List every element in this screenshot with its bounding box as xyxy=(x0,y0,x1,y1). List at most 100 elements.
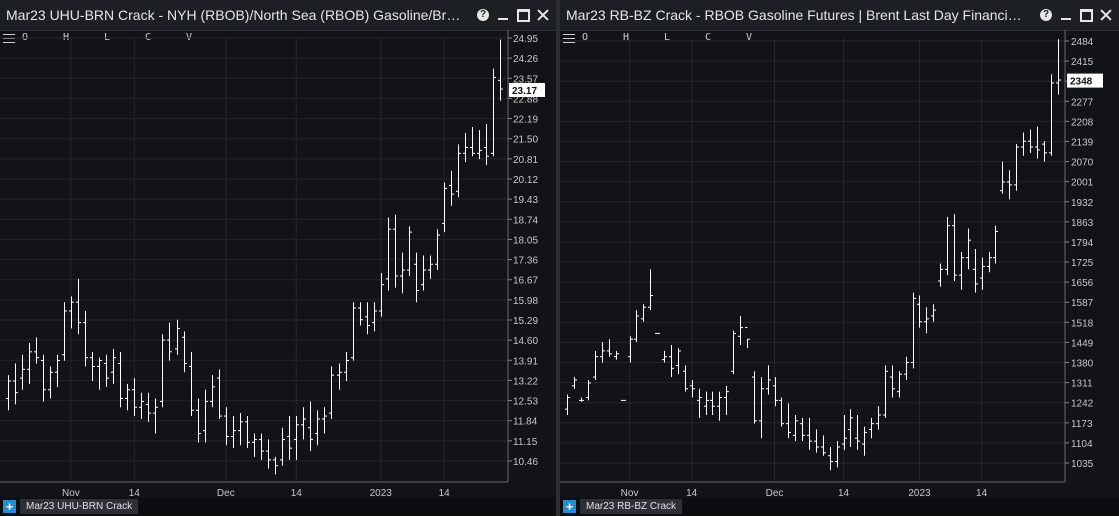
ohlc-bar[interactable] xyxy=(55,354,60,387)
ohlc-bar[interactable] xyxy=(593,350,598,380)
ohlc-bar[interactable] xyxy=(600,342,605,363)
ohlc-bar[interactable] xyxy=(146,392,151,422)
ohlc-bar[interactable] xyxy=(848,409,853,447)
ohlc-bar[interactable] xyxy=(821,435,826,456)
ohlc-bar[interactable] xyxy=(607,339,612,357)
ohlc-bar[interactable] xyxy=(641,304,646,322)
ohlc-bar[interactable] xyxy=(1007,170,1012,200)
ohlc-bar[interactable] xyxy=(973,248,978,293)
ohlc-bar[interactable] xyxy=(442,182,447,233)
ohlc-bar[interactable] xyxy=(97,357,102,390)
ohlc-bar[interactable] xyxy=(924,307,929,334)
ohlc-bar[interactable] xyxy=(175,319,180,355)
ohlc-bar[interactable] xyxy=(217,369,222,419)
ohlc-bar[interactable] xyxy=(224,407,229,446)
ohlc-bar[interactable] xyxy=(34,337,39,364)
ohlc-bar[interactable] xyxy=(252,433,257,457)
ohlc-bar[interactable] xyxy=(477,129,482,160)
ohlc-bar[interactable] xyxy=(48,366,53,399)
ohlc-bar[interactable] xyxy=(814,429,819,453)
ohlc-bar[interactable] xyxy=(393,214,398,288)
ohlc-bar[interactable] xyxy=(294,416,299,460)
ohlc-bar[interactable] xyxy=(449,170,454,206)
ohlc-bar[interactable] xyxy=(104,354,109,387)
ohlc-bar[interactable] xyxy=(498,39,503,101)
ohlc-bar[interactable] xyxy=(862,426,867,456)
ohlc-bar[interactable] xyxy=(828,446,833,471)
ohlc-bar[interactable] xyxy=(904,356,909,380)
ohlc-bar[interactable] xyxy=(13,363,18,405)
ohlc-bar[interactable] xyxy=(1035,126,1040,159)
ohlc-bar[interactable] xyxy=(111,348,116,384)
ohlc-bar[interactable] xyxy=(280,427,285,466)
ohlc-bar[interactable] xyxy=(959,251,964,290)
ohlc-bar[interactable] xyxy=(167,322,172,361)
ohlc-bar[interactable] xyxy=(259,433,264,460)
ohlc-bar[interactable] xyxy=(315,410,320,446)
ohlc-bar[interactable] xyxy=(372,302,377,332)
ohlc-bar[interactable] xyxy=(273,456,278,475)
ohlc-bar[interactable] xyxy=(358,302,363,326)
ohlc-bar[interactable] xyxy=(266,439,271,469)
ohlc-bar[interactable] xyxy=(1056,39,1061,95)
ohlc-bar[interactable] xyxy=(139,392,144,419)
price-chart[interactable]: 24.9524.2623.5722.8822.1921.5020.8120.12… xyxy=(0,0,556,498)
ohlc-bar[interactable] xyxy=(752,371,757,424)
ohlc-bar[interactable] xyxy=(1014,144,1019,191)
ohlc-bar[interactable] xyxy=(27,343,32,384)
ohlc-bar[interactable] xyxy=(153,398,158,434)
ohlc-bar[interactable] xyxy=(83,310,88,367)
ohlc-bar[interactable] xyxy=(890,365,895,398)
ohlc-bar[interactable] xyxy=(738,315,743,346)
ohlc-bar[interactable] xyxy=(628,336,633,363)
ohlc-bar[interactable] xyxy=(182,331,187,373)
ohlc-bar[interactable] xyxy=(697,388,702,418)
ohlc-bar[interactable] xyxy=(786,403,791,439)
ohlc-bar[interactable] xyxy=(704,391,709,415)
ohlc-bar[interactable] xyxy=(883,365,888,418)
ohlc-bar[interactable] xyxy=(400,252,405,294)
ohlc-bar[interactable] xyxy=(931,304,936,322)
ohlc-bar[interactable] xyxy=(724,385,729,415)
chart-tab[interactable]: Mar23 UHU-BRN Crack xyxy=(20,499,139,514)
ohlc-bar[interactable] xyxy=(463,132,468,163)
ohlc-bar[interactable] xyxy=(435,229,440,271)
ohlc-bar[interactable] xyxy=(421,255,426,291)
ohlc-bar[interactable] xyxy=(125,383,130,411)
ohlc-bar[interactable] xyxy=(344,351,349,382)
ohlc-bar[interactable] xyxy=(351,302,356,361)
ohlc-bar[interactable] xyxy=(565,394,570,415)
ohlc-bar[interactable] xyxy=(1021,132,1026,156)
ohlc-bar[interactable] xyxy=(911,292,916,369)
ohlc-bar[interactable] xyxy=(993,225,998,264)
ohlc-bar[interactable] xyxy=(1042,141,1047,162)
chart-tab[interactable]: Mar23 RB-BZ Crack xyxy=(580,499,683,514)
ohlc-bar[interactable] xyxy=(766,365,771,395)
ohlc-bar[interactable] xyxy=(648,269,653,311)
ohlc-bar[interactable] xyxy=(745,327,750,348)
ohlc-bar[interactable] xyxy=(491,68,496,157)
ohlc-bar[interactable] xyxy=(614,350,619,360)
ohlc-bar[interactable] xyxy=(160,334,165,408)
ohlc-bar[interactable] xyxy=(189,351,194,417)
ohlc-bar[interactable] xyxy=(876,406,881,430)
ohlc-bar[interactable] xyxy=(683,365,688,392)
ohlc-bar[interactable] xyxy=(470,127,475,157)
ohlc-bar[interactable] xyxy=(952,213,957,281)
ohlc-bar[interactable] xyxy=(842,414,847,450)
ohlc-bar[interactable] xyxy=(428,255,433,279)
ohlc-bar[interactable] xyxy=(759,377,764,439)
ohlc-bar[interactable] xyxy=(717,391,722,421)
add-chart-button[interactable]: + xyxy=(563,500,576,513)
ohlc-bar[interactable] xyxy=(710,391,715,415)
ohlc-bar[interactable] xyxy=(855,414,860,450)
ohlc-bar[interactable] xyxy=(301,407,306,440)
ohlc-bar[interactable] xyxy=(676,347,681,375)
ohlc-bar[interactable] xyxy=(287,416,292,460)
ohlc-bar[interactable] xyxy=(456,144,461,198)
ohlc-bar[interactable] xyxy=(966,228,971,270)
ohlc-bar[interactable] xyxy=(132,378,137,417)
ohlc-bar[interactable] xyxy=(938,263,943,287)
ohlc-bar[interactable] xyxy=(337,363,342,390)
ohlc-bar[interactable] xyxy=(365,302,370,335)
